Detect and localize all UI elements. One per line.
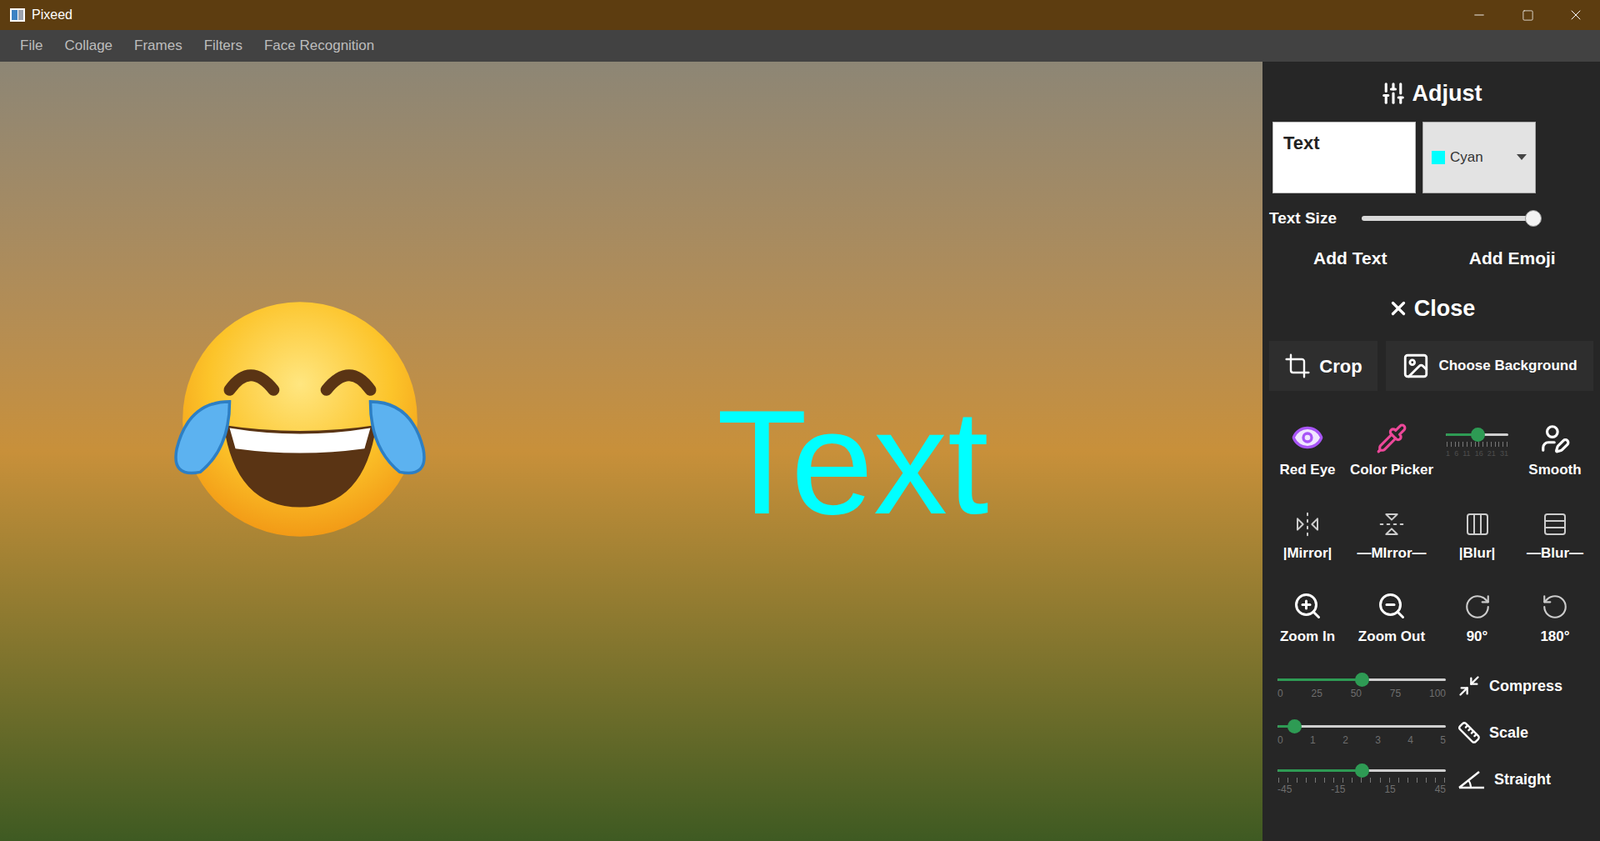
slider-tick: 6 xyxy=(1454,446,1459,460)
slider-tick: 16 xyxy=(1475,446,1484,460)
mirror-horizontal-icon xyxy=(1378,510,1405,538)
crop-button[interactable]: Crop xyxy=(1269,340,1378,391)
slider-tick: 5 xyxy=(1440,733,1446,747)
slider-tick: 3 xyxy=(1375,733,1381,747)
menu-bar: File Collage Frames Filters Face Recognition xyxy=(0,30,1600,62)
slider-tick: 15 xyxy=(1384,782,1395,796)
action-button[interactable]: Add Text xyxy=(1269,245,1432,272)
crop-icon xyxy=(1284,352,1311,380)
straighten-icon xyxy=(1457,768,1486,790)
adjust-panel: Adjust Text Cyan Text Size Add TextAdd Emoji… xyxy=(1262,61,1600,841)
slider[interactable]: 1611162131 xyxy=(1445,426,1509,460)
menu-item[interactable]: Filters xyxy=(204,35,243,57)
tool-button[interactable]: Red Eye xyxy=(1269,411,1346,480)
app-window: Pixeed File Collage Frames Filters Face Recog… xyxy=(0,0,1600,841)
app-icon xyxy=(10,8,25,22)
slider-tick: 45 xyxy=(1435,782,1446,796)
tool-button[interactable]: 90° xyxy=(1437,578,1517,647)
slider-tick: 100 xyxy=(1429,686,1446,700)
tool-button[interactable]: |Mirror| xyxy=(1269,495,1346,564)
scale-icon xyxy=(1457,720,1481,745)
slider-tick: 1 xyxy=(1310,733,1316,747)
tool-button[interactable]: Zoom In xyxy=(1269,578,1346,647)
zoom-out-icon xyxy=(1376,590,1407,621)
tool-button[interactable]: —MIrror— xyxy=(1345,495,1438,564)
menu-item[interactable]: Frames xyxy=(134,35,183,57)
adjust-button[interactable]: Compress xyxy=(1457,674,1563,698)
adjust-button[interactable]: Scale xyxy=(1457,720,1529,745)
color-swatch xyxy=(1431,150,1445,165)
maximize-icon xyxy=(1521,9,1535,22)
blur-vertical-icon xyxy=(1464,510,1491,538)
close-button[interactable]: Close xyxy=(1269,283,1594,334)
close-window-button[interactable] xyxy=(1551,0,1600,30)
color-value: Cyan xyxy=(1450,146,1484,169)
tool-button[interactable]: Color Picker xyxy=(1345,411,1438,480)
tool-button[interactable]: —Blur— xyxy=(1516,495,1594,564)
laughing-emoji-icon[interactable] xyxy=(153,272,447,566)
slider-tick: 2 xyxy=(1342,733,1349,747)
slider-tick: 50 xyxy=(1350,686,1362,700)
slider-tick: 31 xyxy=(1500,446,1509,460)
choose-background-button[interactable]: Choose Background xyxy=(1385,340,1594,391)
rotate-90-icon xyxy=(1463,592,1492,621)
slider[interactable]: 0 1 2 3 4 5 xyxy=(1277,718,1446,747)
tool-button[interactable]: |Blur| xyxy=(1437,495,1517,564)
image-canvas[interactable]: Text xyxy=(0,61,1263,841)
slider[interactable]: 0 25 50 75 100 xyxy=(1277,671,1446,700)
overlay-text[interactable]: Text xyxy=(716,388,989,537)
compress-icon xyxy=(1457,674,1481,698)
tool-button[interactable]: 180° xyxy=(1516,578,1594,647)
menu-item[interactable]: File xyxy=(20,35,43,57)
blur-horizontal-icon xyxy=(1541,510,1569,538)
slider-tick: 0 xyxy=(1277,733,1284,747)
panel-title: Adjust xyxy=(1412,76,1483,111)
slider-tick: -15 xyxy=(1330,782,1345,796)
mirror-vertical-icon xyxy=(1294,510,1321,538)
maximize-button[interactable] xyxy=(1503,0,1552,30)
slider[interactable]: -45 -15 15 45 xyxy=(1277,762,1446,796)
slider-thumb[interactable] xyxy=(1470,427,1485,442)
pipette-icon xyxy=(1375,422,1408,455)
background-icon xyxy=(1401,351,1430,380)
slider-tick: 75 xyxy=(1390,686,1401,700)
slider-tick: 1 xyxy=(1445,446,1450,460)
smooth-icon xyxy=(1539,422,1571,455)
title-bar: Pixeed xyxy=(0,0,1600,30)
slider-tick: 25 xyxy=(1310,686,1322,700)
dropdown-arrow-icon xyxy=(1516,154,1527,161)
adjust-icon xyxy=(1380,80,1406,106)
text-size-label: Text Size xyxy=(1269,206,1337,231)
rotate-180-icon xyxy=(1540,592,1570,621)
window-title: Pixeed xyxy=(31,5,73,25)
text-size-slider[interactable] xyxy=(1361,210,1539,227)
slider-tick: 21 xyxy=(1487,446,1496,460)
slider-tick: 4 xyxy=(1407,733,1414,747)
eye-icon xyxy=(1290,420,1325,455)
slider-thumb[interactable] xyxy=(1287,719,1302,734)
tool-button[interactable]: Smooth xyxy=(1516,411,1594,480)
action-button[interactable]: Add Emoji xyxy=(1431,245,1595,272)
zoom-in-icon xyxy=(1292,590,1323,621)
color-select[interactable]: Cyan xyxy=(1422,121,1536,194)
menu-item[interactable]: Collage xyxy=(64,35,113,57)
menu-item[interactable]: Face Recognition xyxy=(264,35,375,57)
slider-tick: 11 xyxy=(1462,446,1470,460)
slider-thumb[interactable] xyxy=(1355,672,1370,687)
text-input[interactable]: Text xyxy=(1272,121,1416,194)
close-x-icon xyxy=(1387,297,1410,320)
minimize-icon xyxy=(1471,7,1487,23)
minimize-button[interactable] xyxy=(1455,0,1504,30)
slider-thumb[interactable] xyxy=(1355,763,1370,778)
slider-tick: -45 xyxy=(1277,782,1292,796)
adjust-button[interactable]: Straight xyxy=(1457,768,1551,791)
close-icon xyxy=(1567,6,1585,24)
slider-tick: 0 xyxy=(1277,686,1284,700)
tool-button[interactable]: Zoom Out xyxy=(1345,578,1438,647)
